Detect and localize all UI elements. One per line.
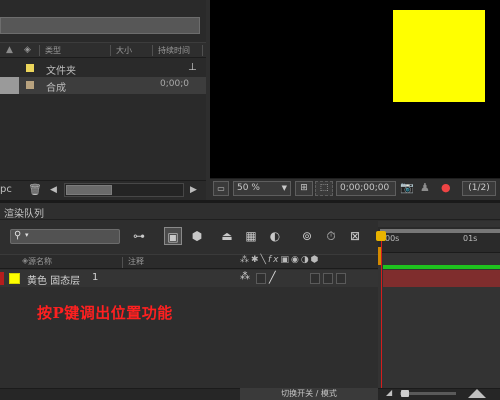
playhead-line[interactable]	[381, 236, 382, 388]
playhead-handle[interactable]	[376, 231, 386, 241]
frame-blend-switch[interactable]	[310, 273, 320, 284]
zoom-slider-knob[interactable]	[401, 390, 409, 397]
search-icon: ⚲	[14, 230, 22, 241]
column-separator	[39, 45, 40, 56]
label-tag-icon[interactable]: ◈	[24, 45, 31, 55]
show-snapshot-icon[interactable]: ♟	[420, 181, 430, 194]
column-separator	[152, 45, 153, 56]
tab-render-queue[interactable]: 渲染队列	[0, 203, 48, 220]
chevron-down-icon: ▾	[25, 231, 29, 239]
layer-color-swatch	[9, 273, 20, 284]
frame-blending-icon[interactable]: ▦	[242, 227, 260, 245]
switches-icons: ⁂✱╲fx▣◉◑⬢	[240, 255, 321, 265]
network-icon: ⊥	[188, 62, 197, 73]
scroll-right-icon[interactable]: ▶	[190, 185, 197, 195]
column-comment[interactable]: 注释	[128, 256, 144, 267]
motion-blur-icon[interactable]: ◐	[266, 227, 284, 245]
draft-3d-icon[interactable]: ⬢	[188, 227, 206, 245]
motion-blur-switch[interactable]	[323, 273, 333, 284]
item-duration: 0;00;0	[160, 79, 189, 89]
ruler-tick-label: 01s	[463, 234, 478, 243]
selection-highlight	[0, 77, 19, 94]
panel-tab-row	[0, 203, 500, 220]
column-type[interactable]: 类型	[45, 45, 61, 56]
live-update-icon[interactable]: ▣	[164, 227, 182, 245]
project-item-folder[interactable]: 文件夹 ⊥	[0, 60, 206, 77]
column-size[interactable]: 大小	[116, 45, 132, 56]
project-item-composition[interactable]: 合成 0;00;0	[0, 77, 206, 94]
comp-mini-flowchart-icon[interactable]: ⊶	[130, 227, 148, 245]
column-duration[interactable]: 持续时间	[158, 45, 190, 56]
collapse-switch[interactable]	[256, 273, 266, 284]
zoom-out-icon[interactable]: ◢	[386, 388, 392, 397]
brainstorm-icon[interactable]: ⊚	[298, 227, 316, 245]
item-name: 文件夹	[46, 66, 76, 77]
layer-column-header: ◈ 源名称 注释 ⁂✱╲fx▣◉◑⬢	[0, 254, 378, 269]
chevron-down-icon: ▼	[281, 184, 287, 192]
column-separator	[122, 257, 123, 268]
timeline-search-input[interactable]: ⚲ ▾	[10, 229, 120, 244]
quality-switch-icon[interactable]: ╱	[269, 271, 276, 284]
toggle-switches-modes-button[interactable]: 切换开关 / 模式	[240, 388, 378, 400]
label-color-swatch	[26, 81, 34, 89]
shy-switch-icon[interactable]: ⁂	[240, 271, 250, 282]
yellow-solid-layer[interactable]	[393, 10, 485, 102]
transparency-grid-icon[interactable]: ⬚	[315, 181, 333, 196]
ruler-tick-label: 00s	[385, 234, 400, 243]
current-time-display[interactable]: 0;00;00;00	[336, 181, 396, 196]
layer-duration-bar[interactable]	[383, 270, 500, 287]
auto-keyframe-icon[interactable]: ⏱	[322, 227, 340, 245]
column-separator	[202, 45, 203, 56]
zoom-value: 50 %	[237, 183, 260, 193]
instruction-caption: 按P键调出位置功能	[37, 304, 173, 322]
work-area-bar[interactable]	[380, 229, 500, 233]
layer-name[interactable]: 黄色 固态层	[27, 272, 80, 287]
graph-editor-icon[interactable]: ⊠	[346, 227, 364, 245]
bit-depth-label[interactable]: pc	[0, 184, 12, 195]
project-item-list: 文件夹 ⊥ 合成 0;00;0	[0, 58, 206, 178]
rendered-cache-bar	[383, 265, 500, 269]
3d-layer-switch[interactable]	[336, 273, 346, 284]
zoom-select[interactable]: 50 % ▼	[233, 181, 291, 196]
layer-label-color[interactable]	[0, 272, 4, 285]
color-channels-icon[interactable]: ●	[441, 181, 451, 194]
project-preview-area	[0, 17, 200, 34]
layer-number: 1	[92, 272, 99, 283]
resolution-select[interactable]: (1/2)	[462, 181, 496, 196]
trash-icon[interactable]: 🗑	[28, 183, 42, 196]
label-color-swatch	[26, 64, 34, 72]
scroll-left-icon[interactable]: ◀	[50, 185, 57, 195]
camera-snapshot-icon[interactable]: 📷	[400, 181, 414, 194]
project-column-header: ▲ ◈ 类型 大小 持续时间	[0, 42, 206, 58]
always-preview-icon[interactable]: ▭	[213, 181, 229, 196]
item-name: 合成	[46, 83, 66, 94]
column-source-name[interactable]: 源名称	[28, 256, 52, 267]
column-separator	[110, 45, 111, 56]
zoom-in-icon[interactable]	[468, 389, 486, 398]
region-of-interest-icon[interactable]: ⊞	[295, 181, 313, 196]
sort-up-icon[interactable]: ▲	[6, 45, 13, 55]
scrollbar-thumb[interactable]	[66, 185, 112, 195]
hide-shy-layers-icon[interactable]: ⏏	[218, 227, 236, 245]
